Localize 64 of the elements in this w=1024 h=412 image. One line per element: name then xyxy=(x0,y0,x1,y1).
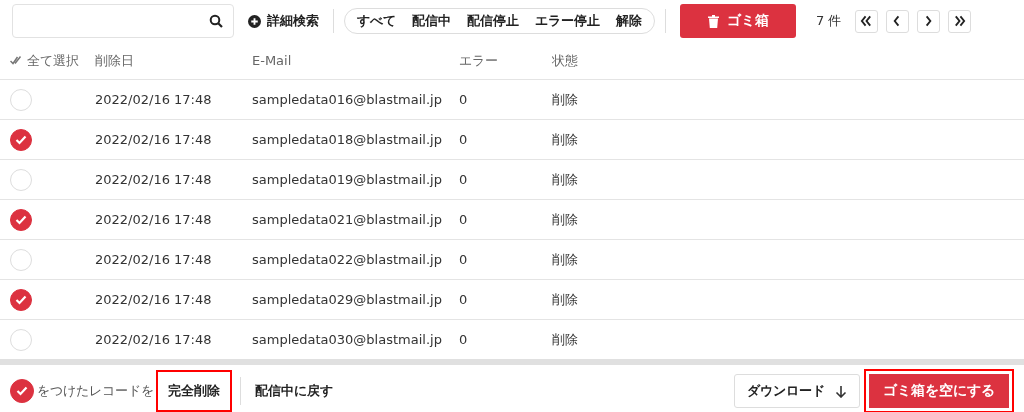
table-cell-text: 0 xyxy=(459,252,469,267)
previous-page-button[interactable] xyxy=(886,9,910,33)
column-header: 削除日 xyxy=(95,51,135,70)
table-cell-text: 2022/02/16 17:48 xyxy=(95,172,213,187)
table-cell-text: 0 xyxy=(459,132,469,147)
table-cell-text: 削除 xyxy=(552,250,579,269)
table-cell-text: 削除 xyxy=(552,130,579,149)
last-page-button[interactable] xyxy=(948,9,972,33)
action-button[interactable]: 完全削除 xyxy=(156,370,232,412)
table-cell-text: 2022/02/16 17:48 xyxy=(95,132,213,147)
plus-icon xyxy=(248,14,261,28)
filter-tab[interactable]: 配信中 xyxy=(404,10,459,32)
table-cell-text: 0 xyxy=(459,92,469,107)
check-icon xyxy=(15,214,27,225)
column-header: エラー xyxy=(459,51,499,70)
table-cell-text: sampledata030@blastmail.jp xyxy=(252,332,443,347)
search-field[interactable] xyxy=(12,4,234,38)
table-cell-text: 2022/02/16 17:48 xyxy=(95,292,213,307)
table-cell-text: 2022/02/16 17:48 xyxy=(95,212,213,227)
search-icon xyxy=(209,14,223,28)
check-icon xyxy=(15,294,27,305)
checkbox[interactable] xyxy=(10,128,32,151)
table-cell-text: 0 xyxy=(459,172,469,187)
empty-trash-button[interactable]: ゴミ箱を空にする xyxy=(864,369,1014,412)
table-cell-text: 2022/02/16 17:48 xyxy=(95,92,213,107)
first-page-button[interactable] xyxy=(855,9,879,33)
column-header: E-Mail xyxy=(252,53,293,68)
table-cell-text: 削除 xyxy=(552,170,579,189)
table-cell-text: 削除 xyxy=(552,210,579,229)
table-cell-text: sampledata029@blastmail.jp xyxy=(252,292,443,307)
checkbox[interactable] xyxy=(10,208,32,231)
check-icon xyxy=(15,134,27,145)
table-cell-text: sampledata019@blastmail.jp xyxy=(252,172,443,187)
action-button[interactable]: 配信中に戻す xyxy=(243,370,345,412)
table-cell-text: 2022/02/16 17:48 xyxy=(95,252,213,267)
footer-label: をつけたレコードを xyxy=(37,382,154,400)
filter-tab[interactable]: エラー停止 xyxy=(527,10,608,32)
next-page-button[interactable] xyxy=(917,9,941,33)
table-cell-text: 0 xyxy=(459,292,469,307)
check-icon xyxy=(16,386,28,396)
table-cell-text: 0 xyxy=(459,332,469,347)
table-cell-text: sampledata021@blastmail.jp xyxy=(252,212,443,227)
table-cell-text: sampledata016@blastmail.jp xyxy=(252,92,443,107)
filter-tab[interactable]: すべて xyxy=(349,10,404,32)
table-cell-text: 2022/02/16 17:48 xyxy=(95,332,213,347)
table-cell-text: 削除 xyxy=(552,90,579,109)
checkbox[interactable] xyxy=(10,288,32,311)
download-button[interactable]: ダウンロード xyxy=(734,374,860,408)
trash-icon xyxy=(707,14,719,28)
table-cell-text: 0 xyxy=(459,212,469,227)
table-cell-text: sampledata018@blastmail.jp xyxy=(252,132,443,147)
filter-tab[interactable]: 配信停止 xyxy=(459,10,527,32)
table-cell-text: 削除 xyxy=(552,330,579,349)
select-all-link[interactable]: 全て選択 xyxy=(27,51,79,70)
filter-tab[interactable]: 解除 xyxy=(608,10,650,32)
chevron-icon xyxy=(953,14,967,28)
trash-button[interactable]: ゴミ箱 xyxy=(680,4,796,38)
arrow-down-icon xyxy=(835,384,847,398)
table-cell-text: 削除 xyxy=(552,290,579,309)
advanced-search-button[interactable]: 詳細検索 xyxy=(244,12,323,30)
table-cell-text: sampledata022@blastmail.jp xyxy=(252,252,443,267)
record-count: 7 件 xyxy=(816,12,842,30)
double-check-icon xyxy=(10,56,22,65)
column-header: 状態 xyxy=(552,51,579,70)
